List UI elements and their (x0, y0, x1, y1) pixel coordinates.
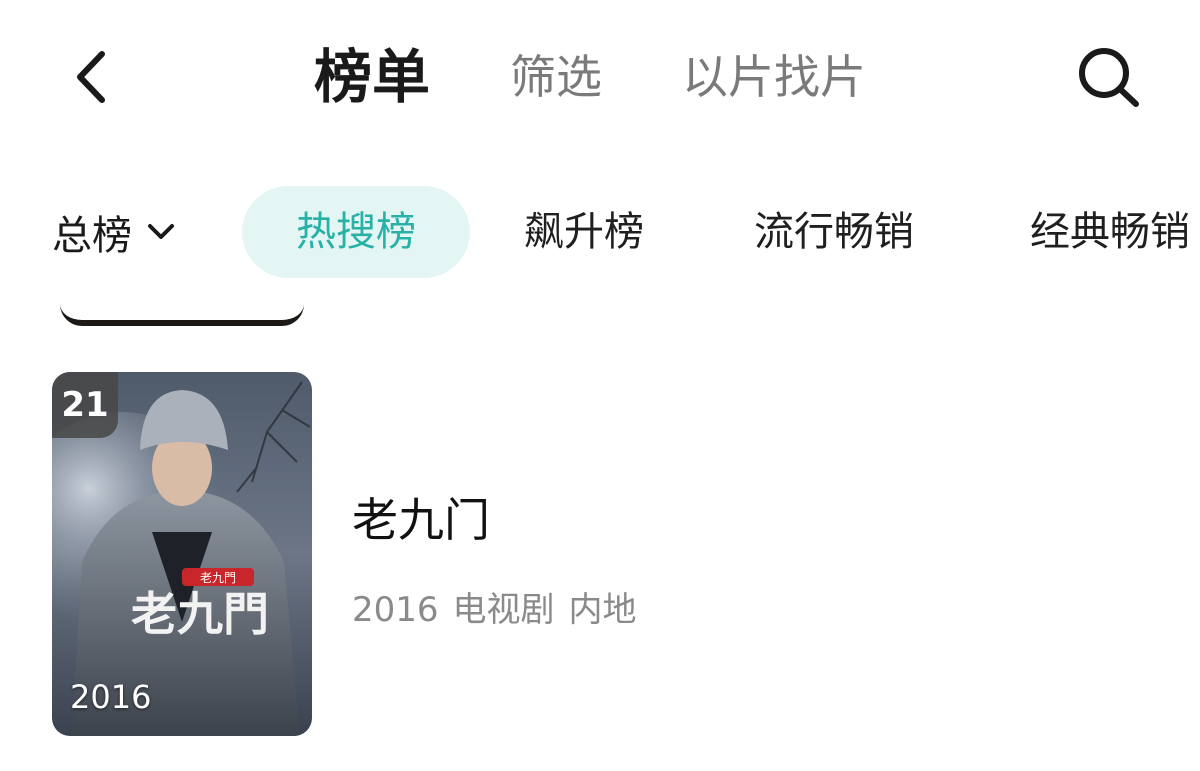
tab-ranking[interactable]: 榜单 (314, 40, 430, 114)
chip-classic-bestseller[interactable]: 经典畅销 (1030, 186, 1190, 278)
ranking-scope-dropdown[interactable]: 总榜 (52, 186, 176, 278)
chevron-left-icon (77, 51, 105, 103)
poster-year-label: 2016 (70, 678, 152, 716)
list-item[interactable]: 老九門 老九門 21 2016 老九门 2016 电视剧 内地 (52, 372, 1172, 736)
item-year: 2016 (352, 590, 439, 630)
chip-hot-search[interactable]: 热搜榜 (242, 186, 470, 278)
previous-item-poster-edge (60, 296, 304, 326)
chip-rising[interactable]: 飙升榜 (524, 186, 644, 278)
back-button[interactable] (66, 46, 120, 108)
svg-text:老九門: 老九門 (200, 571, 236, 585)
chevron-down-icon (148, 224, 174, 239)
item-title[interactable]: 老九门 (352, 484, 490, 550)
chip-popular-bestseller[interactable]: 流行畅销 (754, 186, 914, 278)
ranking-filter-row: 总榜 热搜榜 飙升榜 流行畅销 经典畅销 (0, 186, 1200, 278)
tab-find-by-movie[interactable]: 以片找片 (682, 40, 866, 114)
search-button[interactable] (1072, 42, 1146, 112)
tab-filter[interactable]: 筛选 (510, 40, 602, 114)
item-meta: 2016 电视剧 内地 (352, 582, 651, 631)
rank-badge: 21 (52, 372, 118, 438)
item-region: 内地 (568, 590, 637, 630)
search-icon (1079, 48, 1139, 107)
top-navigation-bar: 榜单 筛选 以片找片 (0, 0, 1200, 160)
dropdown-label: 总榜 (52, 213, 132, 259)
poster-image[interactable]: 老九門 老九門 21 2016 (52, 372, 312, 736)
item-type: 电视剧 (452, 590, 555, 630)
svg-text:老九門: 老九門 (131, 587, 269, 641)
